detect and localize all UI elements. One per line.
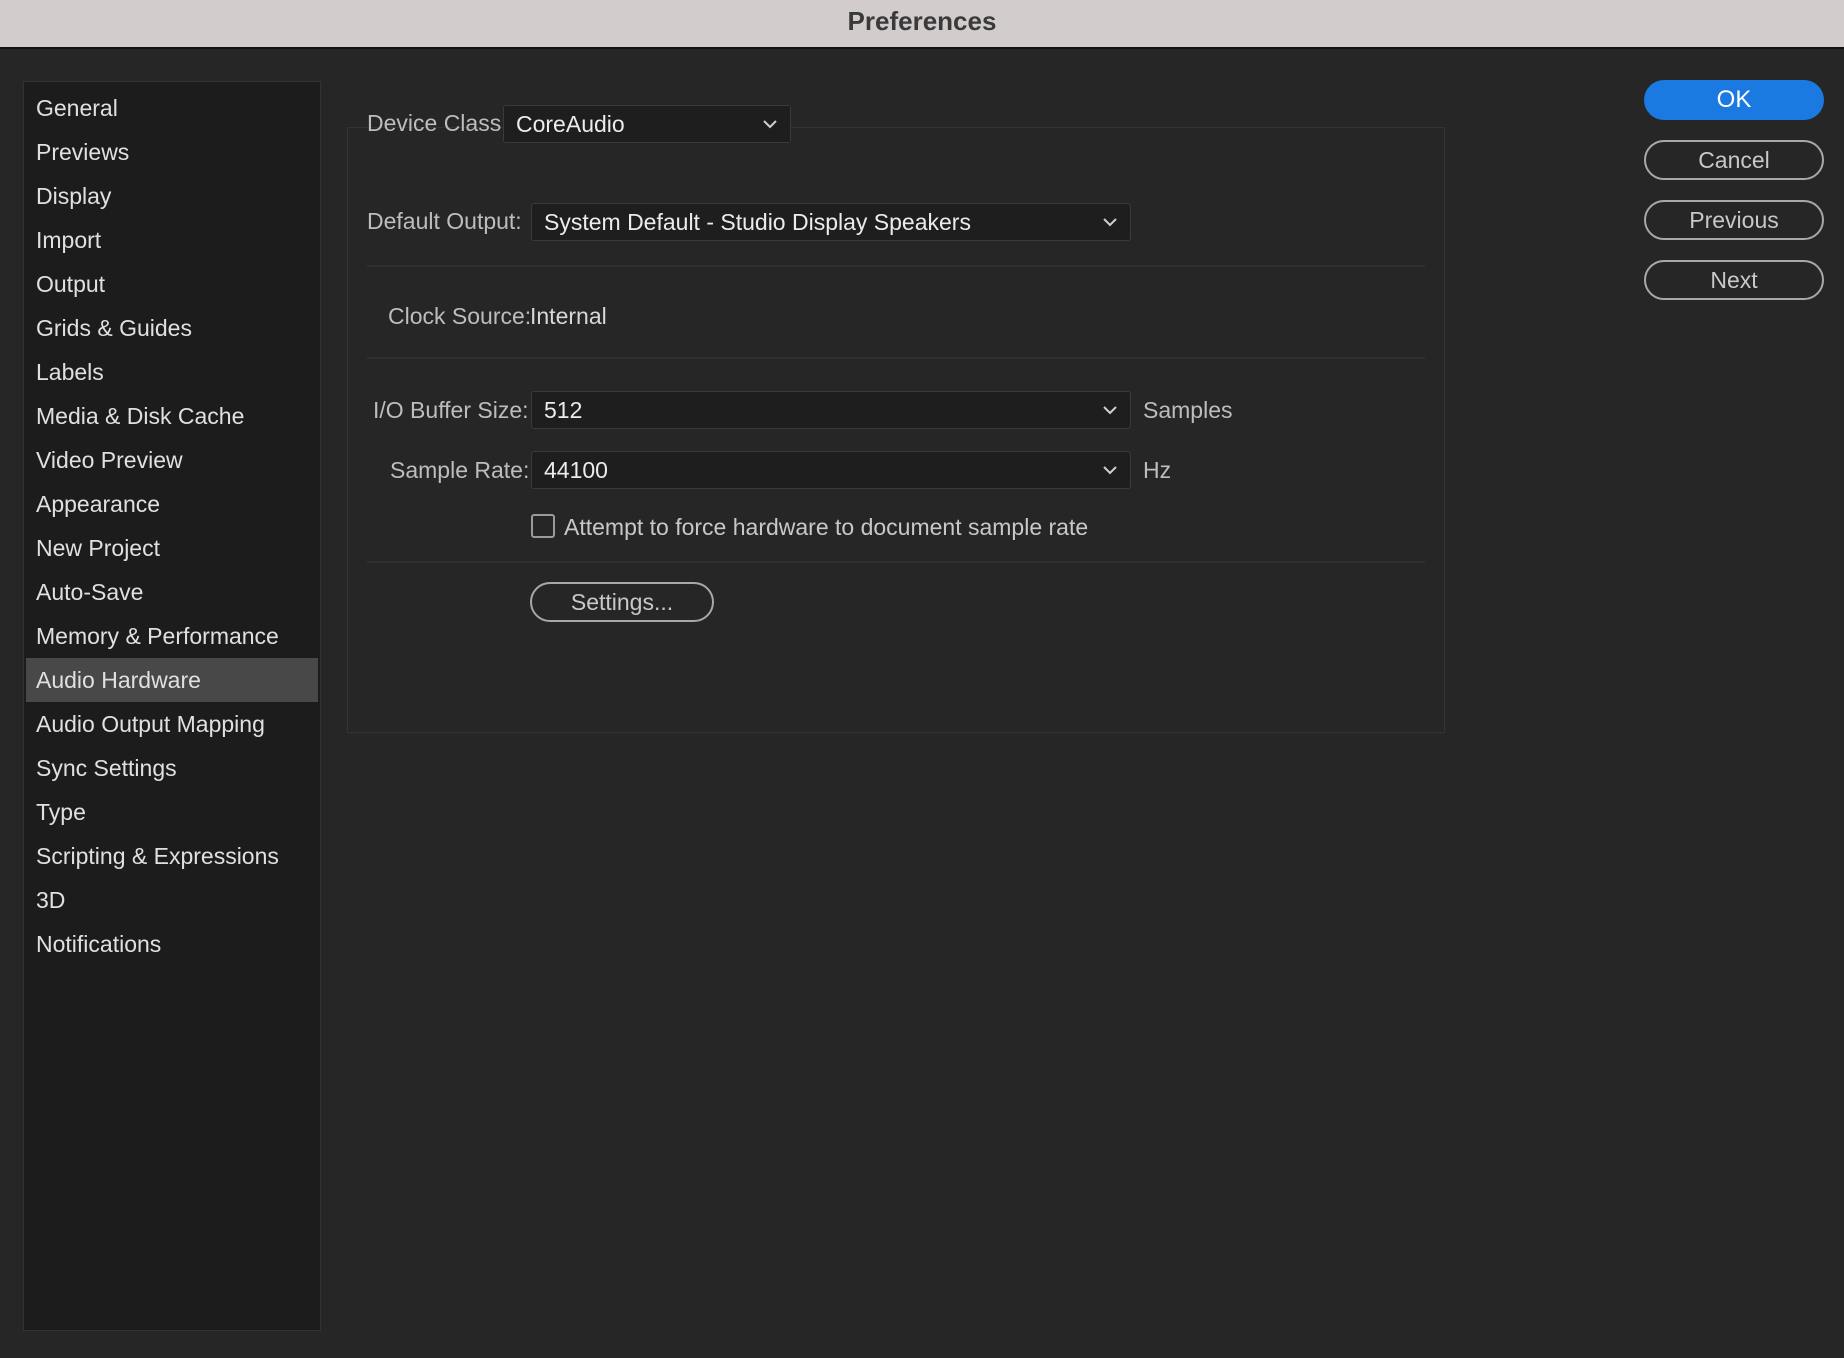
sidebar-item-general[interactable]: General [26, 86, 318, 130]
sample-rate-label: Sample Rate: [390, 457, 530, 483]
sidebar-item-video-preview[interactable]: Video Preview [26, 438, 318, 482]
sidebar-item-scripting-expressions[interactable]: Scripting & Expressions [26, 834, 318, 878]
sidebar-item-grids-guides[interactable]: Grids & Guides [26, 306, 318, 350]
default-output-dropdown[interactable]: System Default - Studio Display Speakers [531, 203, 1131, 241]
sample-rate-dropdown[interactable]: 44100 [531, 451, 1131, 489]
cancel-button[interactable]: Cancel [1644, 140, 1824, 180]
sidebar-item-new-project[interactable]: New Project [26, 526, 318, 570]
force-sample-rate-checkbox[interactable] [531, 514, 555, 538]
sidebar-item-auto-save[interactable]: Auto-Save [26, 570, 318, 614]
sidebar-item-sync-settings[interactable]: Sync Settings [26, 746, 318, 790]
divider [367, 265, 1425, 267]
divider [367, 357, 1425, 359]
sidebar-item-display[interactable]: Display [26, 174, 318, 218]
divider [367, 561, 1425, 563]
sidebar-item-media-disk-cache[interactable]: Media & Disk Cache [26, 394, 318, 438]
buffer-size-label: I/O Buffer Size: [373, 397, 529, 423]
window-title: Preferences [847, 6, 997, 36]
title-bar: Preferences [0, 0, 1844, 49]
sidebar-list: General Previews Display Import Output G… [24, 82, 320, 966]
sidebar-item-previews[interactable]: Previews [26, 130, 318, 174]
device-class-value: CoreAudio [516, 111, 625, 137]
clock-source-label: Clock Source: [388, 303, 532, 329]
sidebar-item-3d[interactable]: 3D [26, 878, 318, 922]
sidebar-item-import[interactable]: Import [26, 218, 318, 262]
sidebar-item-appearance[interactable]: Appearance [26, 482, 318, 526]
next-button[interactable]: Next [1644, 260, 1824, 300]
buffer-size-unit: Samples [1143, 397, 1233, 423]
sidebar-item-labels[interactable]: Labels [26, 350, 318, 394]
sidebar-item-notifications[interactable]: Notifications [26, 922, 318, 966]
chevron-down-icon [1103, 406, 1117, 415]
sidebar-item-audio-hardware[interactable]: Audio Hardware [26, 658, 318, 702]
buffer-size-value: 512 [544, 397, 583, 423]
previous-button[interactable]: Previous [1644, 200, 1824, 240]
chevron-down-icon [1103, 218, 1117, 227]
sample-rate-value: 44100 [544, 457, 608, 483]
sidebar-item-type[interactable]: Type [26, 790, 318, 834]
clock-source-value: Internal [530, 303, 607, 329]
chevron-down-icon [763, 120, 777, 129]
settings-button[interactable]: Settings... [530, 582, 714, 622]
device-class-dropdown[interactable]: CoreAudio [503, 105, 791, 143]
default-output-label: Default Output: [367, 208, 522, 234]
sidebar-item-memory-performance[interactable]: Memory & Performance [26, 614, 318, 658]
chevron-down-icon [1103, 466, 1117, 475]
device-class-label: Device Class: [367, 110, 508, 136]
buffer-size-dropdown[interactable]: 512 [531, 391, 1131, 429]
preferences-sidebar: General Previews Display Import Output G… [23, 81, 321, 1331]
sample-rate-unit: Hz [1143, 457, 1172, 483]
sidebar-item-output[interactable]: Output [26, 262, 318, 306]
force-sample-rate-label[interactable]: Attempt to force hardware to document sa… [564, 514, 1088, 541]
default-output-value: System Default - Studio Display Speakers [544, 209, 971, 235]
sidebar-item-audio-output-mapping[interactable]: Audio Output Mapping [26, 702, 318, 746]
ok-button[interactable]: OK [1644, 80, 1824, 120]
